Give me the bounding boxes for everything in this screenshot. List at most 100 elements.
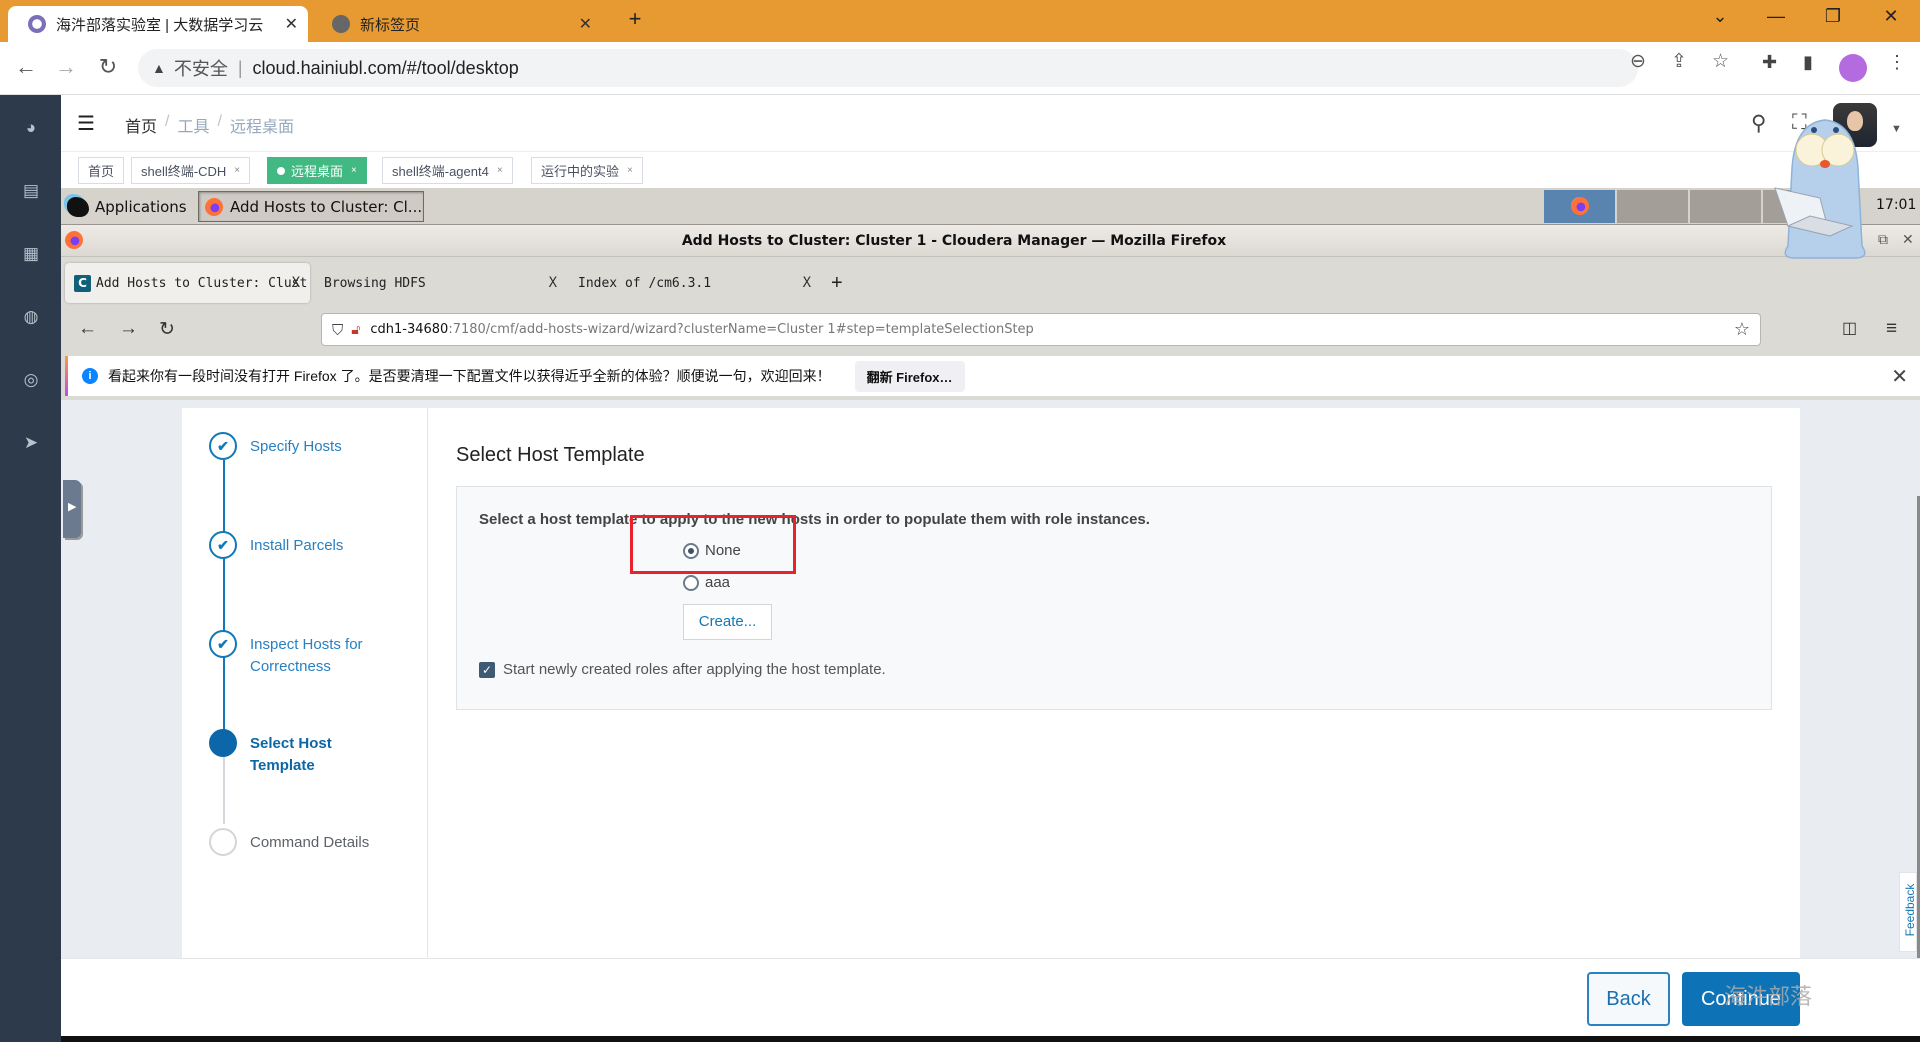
workspace-2[interactable] bbox=[1616, 190, 1688, 223]
workspace-3[interactable] bbox=[1689, 190, 1761, 223]
tag-home[interactable]: 首页 bbox=[78, 157, 125, 184]
close-window-button[interactable]: ✕ bbox=[1876, 6, 1906, 27]
xfce-mouse-icon bbox=[67, 196, 89, 217]
address-bar[interactable]: ▲ 不安全 | cloud.hainiubl.com/#/tool/deskto… bbox=[138, 49, 1638, 87]
start-roles-option[interactable]: ✓ Start newly created roles after applyi… bbox=[479, 661, 886, 678]
chrome-menu-icon[interactable]: ⋮ bbox=[1888, 52, 1906, 73]
url-text[interactable]: cloud.hainiubl.com/#/tool/desktop bbox=[253, 58, 519, 79]
globe-icon[interactable]: ◍ bbox=[20, 306, 42, 328]
radio-unselected[interactable] bbox=[683, 574, 699, 591]
tag-close-icon[interactable]: × bbox=[351, 165, 357, 176]
step-label: Inspect Hosts for Correctness bbox=[250, 636, 363, 675]
minimize-button[interactable]: — bbox=[1761, 6, 1791, 27]
firefox-forward-icon[interactable]: → bbox=[119, 318, 138, 340]
applications-menu[interactable]: Applications bbox=[67, 192, 187, 221]
pocket-icon[interactable]: ◫ bbox=[1842, 318, 1857, 338]
close-tab-icon[interactable]: X bbox=[803, 275, 811, 291]
watermark-text: 海汼部落 bbox=[1724, 985, 1813, 1010]
lifebuoy-icon[interactable]: ◎ bbox=[20, 369, 42, 391]
profile-avatar[interactable] bbox=[1839, 54, 1867, 82]
back-button[interactable]: Back bbox=[1587, 972, 1670, 1026]
tracking-shield-icon[interactable]: ⛉ bbox=[332, 321, 343, 339]
close-tab-icon[interactable]: ✕ bbox=[579, 14, 592, 34]
restore-button[interactable]: ❐ bbox=[1818, 6, 1848, 27]
window-close-icon[interactable]: ✕ bbox=[1902, 231, 1914, 248]
chrome-tab-strip: 海汼部落实验室 | 大数据学习云 ✕ 新标签页 ✕ + ⌄ — ❐ ✕ bbox=[0, 0, 1920, 42]
app-header: ☰ 首页 / 工具 / 远程桌面 ⚲ ⛶ ▼ bbox=[61, 95, 1920, 152]
search-icon[interactable]: ⚲ bbox=[1751, 111, 1766, 136]
tag-close-icon[interactable]: × bbox=[234, 165, 240, 176]
wizard-step-select-host-template[interactable]: Select Host Template bbox=[209, 729, 350, 777]
tag-shell-cdh[interactable]: shell终端-CDH × bbox=[131, 157, 251, 184]
firefox-back-icon[interactable]: ← bbox=[78, 318, 97, 340]
share-icon[interactable]: ⇪ bbox=[1671, 50, 1687, 73]
create-template-button[interactable]: Create... bbox=[683, 604, 772, 640]
template-option-aaa[interactable]: aaa bbox=[683, 574, 730, 591]
clock[interactable]: 17:01 bbox=[1876, 197, 1916, 213]
bookmark-star-icon[interactable]: ☆ bbox=[1734, 319, 1750, 340]
tag-label: 首页 bbox=[88, 164, 115, 179]
current-step-icon bbox=[209, 729, 237, 757]
tag-close-icon[interactable]: × bbox=[497, 165, 503, 176]
chrome-toolbar: ← → ↻ ▲ 不安全 | cloud.hainiubl.com/#/tool/… bbox=[0, 42, 1920, 95]
firefox-tab-add-hosts[interactable]: C Add Hosts to Cluster: Clust X bbox=[65, 263, 310, 303]
option-label: aaa bbox=[705, 574, 731, 591]
tag-label: shell终端-agent4 bbox=[392, 164, 489, 179]
send-icon[interactable]: ➤ bbox=[20, 432, 42, 454]
pending-step-icon bbox=[209, 828, 237, 856]
tag-shell-agent4[interactable]: shell终端-agent4 × bbox=[382, 157, 513, 184]
bookmark-star-icon[interactable]: ☆ bbox=[1712, 50, 1729, 73]
start-roles-checkbox[interactable]: ✓ bbox=[479, 661, 495, 678]
zoom-out-icon[interactable]: ⊖ bbox=[1630, 50, 1646, 73]
reload-icon[interactable]: ↻ bbox=[94, 54, 122, 80]
firefox-new-tab-button[interactable]: + bbox=[831, 272, 843, 295]
cloudera-page: ▶ ✔ Specify Hosts ✔ Install Parcels ✔ In… bbox=[61, 400, 1920, 958]
check-icon: ✔ bbox=[209, 630, 237, 658]
breadcrumb-home[interactable]: 首页 bbox=[125, 113, 157, 137]
feedback-tab[interactable]: Feedback bbox=[1899, 872, 1917, 952]
firefox-url-bar[interactable]: ⛉ 🔓︎ cdh1-34680 :7180/cmf/add-hosts-wiza… bbox=[321, 313, 1761, 346]
wizard-steps-sidebar: ✔ Specify Hosts ✔ Install Parcels ✔ Insp… bbox=[182, 408, 428, 958]
breadcrumb-tools[interactable]: 工具 bbox=[177, 113, 209, 137]
insecure-lock-icon[interactable]: 🔓︎ bbox=[351, 322, 360, 338]
forward-icon[interactable]: → bbox=[52, 54, 80, 80]
new-tab-button[interactable]: + bbox=[620, 6, 650, 32]
annotation-highlight-box bbox=[630, 515, 796, 574]
close-tab-icon[interactable]: ✕ bbox=[285, 14, 298, 34]
task-label: Add Hosts to Cluster: Cl... bbox=[230, 197, 423, 216]
firefox-menu-icon[interactable]: ≡ bbox=[1886, 318, 1897, 340]
taskbar-firefox-window[interactable]: Add Hosts to Cluster: Cl... bbox=[198, 191, 424, 222]
wizard-step-inspect-hosts[interactable]: ✔ Inspect Hosts for Correctness bbox=[209, 630, 380, 678]
caret-down-icon[interactable]: ▼ bbox=[1891, 123, 1902, 135]
workspace-1[interactable] bbox=[1543, 190, 1615, 223]
firefox-tab-index-cm631[interactable]: Index of /cm6.3.1 X bbox=[571, 263, 821, 303]
chrome-tab-title: 海汼部落实验室 | 大数据学习云 bbox=[56, 16, 264, 34]
firefox-tab-browsing-hdfs[interactable]: Browsing HDFS X bbox=[317, 263, 567, 303]
apps-icon[interactable]: ▦ bbox=[20, 243, 42, 265]
extensions-icon[interactable]: ✚ bbox=[1762, 52, 1777, 73]
page-title: Select Host Template bbox=[456, 444, 645, 466]
not-secure-label[interactable]: 不安全 bbox=[174, 55, 228, 81]
back-icon[interactable]: ← bbox=[12, 54, 40, 80]
firefox-icon bbox=[1571, 197, 1589, 215]
close-tab-icon[interactable]: X bbox=[292, 275, 300, 291]
document-icon[interactable]: ▤ bbox=[20, 180, 42, 202]
chrome-tab-hainiu[interactable]: 海汼部落实验室 | 大数据学习云 ✕ bbox=[8, 6, 308, 42]
dashboard-icon[interactable]: ◕ bbox=[20, 117, 42, 139]
tab-title: Index of /cm6.3.1 bbox=[578, 275, 712, 291]
panel-drag-handle[interactable]: ▶ bbox=[63, 480, 81, 538]
tab-search-chevron-icon[interactable]: ⌄ bbox=[1705, 6, 1735, 27]
side-panel-icon[interactable]: ▮ bbox=[1803, 52, 1813, 73]
url-host: cdh1-34680 bbox=[370, 322, 449, 337]
chrome-tab-new[interactable]: 新标签页 ✕ bbox=[312, 6, 602, 42]
menu-toggle-icon[interactable]: ☰ bbox=[77, 111, 95, 136]
close-tab-icon[interactable]: X bbox=[549, 275, 557, 291]
refresh-firefox-button[interactable]: 翻新 Firefox… bbox=[854, 360, 965, 392]
wizard-step-specify-hosts[interactable]: ✔ Specify Hosts bbox=[209, 432, 400, 460]
close-notification-icon[interactable]: ✕ bbox=[1891, 364, 1908, 389]
firefox-reload-icon[interactable]: ↻ bbox=[159, 318, 175, 341]
wizard-step-install-parcels[interactable]: ✔ Install Parcels bbox=[209, 531, 400, 559]
tag-running-experiments[interactable]: 运行中的实验 × bbox=[531, 157, 643, 184]
tag-remote-desktop[interactable]: 远程桌面 × bbox=[267, 157, 367, 184]
tag-close-icon[interactable]: × bbox=[627, 165, 633, 176]
